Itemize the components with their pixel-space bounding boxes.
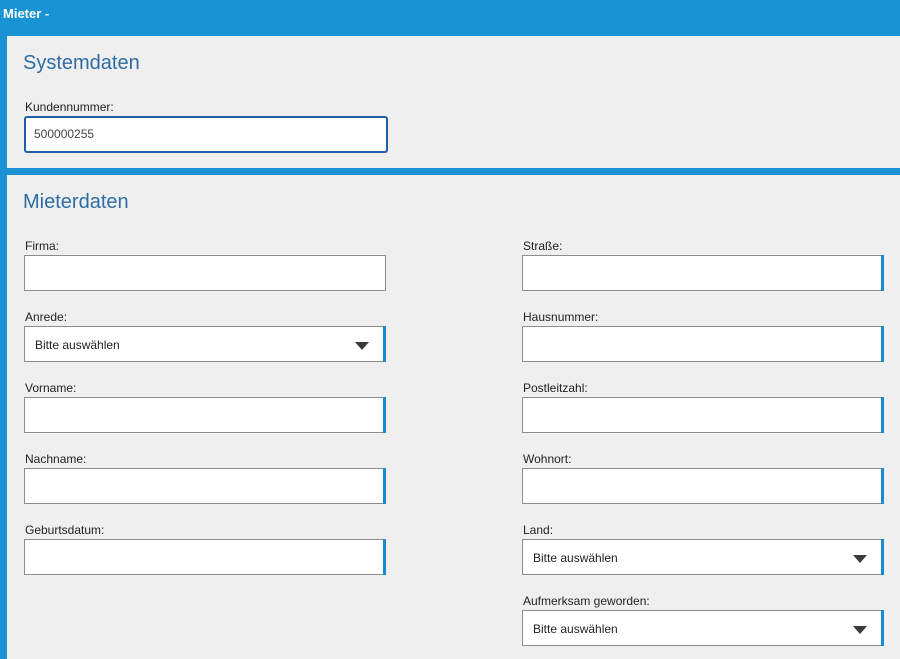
- geburtsdatum-label: Geburtsdatum:: [25, 523, 105, 537]
- anrede-label: Anrede:: [25, 310, 68, 324]
- kundennummer-field[interactable]: 500000255: [24, 116, 388, 153]
- window-title: Mieter -: [0, 0, 900, 30]
- firma-label: Firma:: [25, 239, 59, 253]
- caret-down-icon: [853, 626, 867, 634]
- postleitzahl-label: Postleitzahl:: [523, 381, 588, 395]
- aufmerksam-label: Aufmerksam geworden:: [523, 594, 650, 608]
- wohnort-label: Wohnort:: [523, 452, 572, 466]
- kundennummer-label: Kundennummer:: [25, 100, 114, 114]
- mieterdaten-panel: Mieterdaten Firma: Anrede: Bitte auswähl…: [7, 175, 900, 659]
- nachname-field[interactable]: [24, 468, 386, 504]
- firma-field[interactable]: [24, 255, 386, 291]
- nachname-label: Nachname:: [25, 452, 87, 466]
- vorname-field[interactable]: [24, 397, 386, 433]
- aufmerksam-value: Bitte auswählen: [533, 622, 618, 636]
- hausnummer-field[interactable]: [522, 326, 884, 362]
- mieterdaten-heading: Mieterdaten: [23, 191, 129, 213]
- aufmerksam-select[interactable]: Bitte auswählen: [522, 610, 884, 646]
- systemdaten-heading: Systemdaten: [23, 52, 140, 74]
- land-value: Bitte auswählen: [533, 551, 618, 565]
- geburtsdatum-field[interactable]: [24, 539, 386, 575]
- anrede-select[interactable]: Bitte auswählen: [24, 326, 386, 362]
- postleitzahl-field[interactable]: [522, 397, 884, 433]
- land-label: Land:: [523, 523, 554, 537]
- vorname-label: Vorname:: [25, 381, 77, 395]
- systemdaten-panel: Systemdaten Kundennummer: 500000255: [7, 36, 900, 168]
- strasse-field[interactable]: [522, 255, 884, 291]
- wohnort-field[interactable]: [522, 468, 884, 504]
- anrede-value: Bitte auswählen: [35, 338, 120, 352]
- land-select[interactable]: Bitte auswählen: [522, 539, 884, 575]
- caret-down-icon: [355, 342, 369, 350]
- kundennummer-value: 500000255: [34, 127, 95, 141]
- hausnummer-label: Hausnummer:: [523, 310, 599, 324]
- strasse-label: Straße:: [523, 239, 563, 253]
- caret-down-icon: [853, 555, 867, 563]
